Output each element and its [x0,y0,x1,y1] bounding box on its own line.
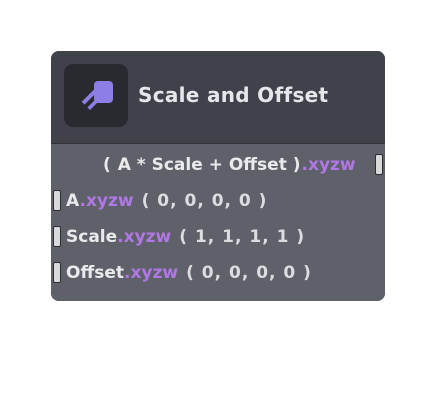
input-scale-label: Scale [66,227,118,247]
output-close-paren: ) [292,155,302,175]
output-port[interactable] [375,154,383,175]
input-offset-default-value[interactable]: ( 0, 0, 0, 0 ) [186,263,312,283]
output-swizzle: .xyzw [301,155,356,175]
input-a-default-value[interactable]: ( 0, 0, 0, 0 ) [142,191,268,211]
node-header[interactable]: Scale and Offset [51,51,385,144]
input-row-a: A.xyzw ( 0, 0, 0, 0 ) [66,190,267,212]
node-body: ( A * Scale + Offset ).xyzw A.xyzw( 0, 0… [51,144,385,301]
output-open-paren: ( [103,155,112,175]
input-port-scale[interactable] [53,226,61,247]
scale-and-offset-node[interactable]: Scale and Offset ( A * Scale + Offset ).… [51,51,385,301]
input-port-a[interactable] [53,190,61,211]
input-scale-swizzle: .xyzw [117,227,172,247]
input-row-offset: Offset.xyzw ( 0, 0, 0, 0 ) [66,262,312,284]
scale-offset-node-icon [64,64,128,127]
input-port-offset[interactable] [53,262,61,283]
output-expression-text: A * Scale + Offset [117,155,287,175]
input-offset-label: Offset [66,263,124,283]
node-title: Scale and Offset [138,83,329,107]
input-a-label: A [66,191,80,211]
input-scale-default-value[interactable]: ( 1, 1, 1, 1 ) [179,227,305,247]
input-offset-swizzle: .xyzw [124,263,179,283]
output-expression: ( A * Scale + Offset ).xyzw [103,154,356,176]
input-row-scale: Scale.xyzw ( 1, 1, 1, 1 ) [66,226,305,248]
input-a-swizzle: .xyzw [79,191,134,211]
